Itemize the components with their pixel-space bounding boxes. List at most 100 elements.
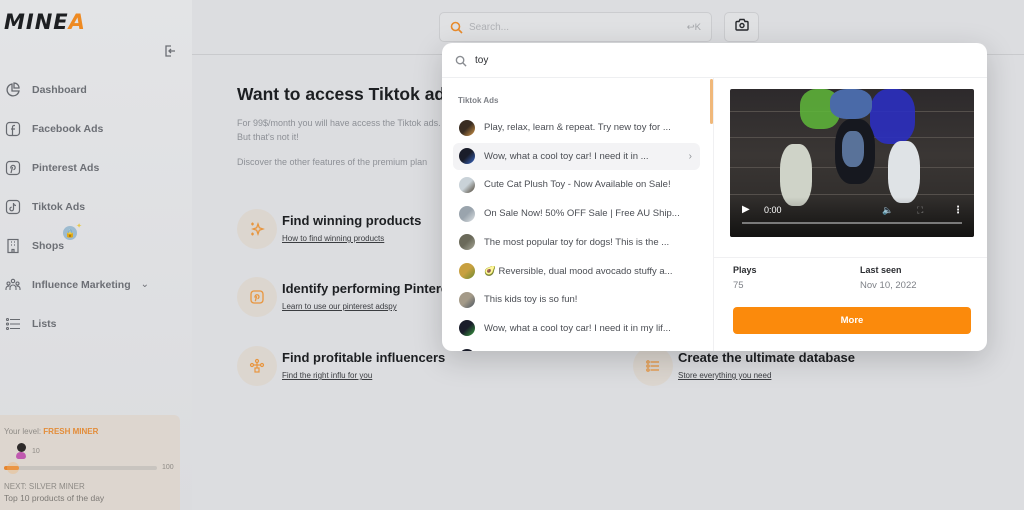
tiktok-icon (4, 198, 22, 216)
level-points: 10 (32, 448, 40, 455)
result-text: Play, relax, learn & repeat. Try new toy… (484, 122, 671, 133)
building-icon (4, 237, 22, 255)
logo-text: MINE (4, 10, 69, 34)
sidebar: MINEA Dashboard Facebook Ads Pinterest A… (0, 0, 192, 510)
search-result-item[interactable]: Play, relax, learn & repeat. Try new toy… (453, 114, 700, 141)
sidebar-nav: Dashboard Facebook Ads Pinterest Ads Tik… (0, 70, 190, 343)
list-icon (633, 346, 673, 386)
sidebar-item-label: Dashboard (32, 83, 87, 96)
video-time: 0:00 (764, 205, 782, 215)
video-controls (730, 197, 974, 237)
feature-title: Find winning products (282, 213, 422, 228)
result-text: This kids toy is so fun! (484, 294, 578, 306)
level-value: FRESH MINER (43, 427, 99, 436)
result-text: On Sale Now! 50% OFF Sale | Free AU Ship… (484, 208, 680, 220)
search-result-item[interactable]: This kids toy is so fun! (453, 286, 700, 313)
more-button[interactable]: More (733, 307, 971, 334)
network-icon (237, 346, 277, 386)
sidebar-item-label: Pinterest Ads (32, 161, 100, 174)
feature-title: Find profitable influencers (282, 350, 446, 365)
stats-divider (714, 257, 987, 258)
search-input[interactable] (475, 54, 875, 66)
description-line: But that's not it! (237, 132, 299, 142)
video-player[interactable]: ▶ 0:00 🔈 ⛶ ⋮ (730, 89, 974, 237)
search-icon (455, 54, 467, 67)
facebook-icon (4, 120, 22, 138)
result-thumbnail (459, 205, 475, 222)
feature-find-winning-products: Find winning products How to find winning… (237, 209, 421, 249)
pie-chart-icon (4, 81, 22, 99)
result-thumbnail (459, 119, 475, 136)
level-max: 100 (162, 464, 174, 471)
level-progress-knob (7, 462, 20, 474)
fullscreen-icon[interactable]: ⛶ (917, 205, 923, 216)
result-text: The most popular toy for dogs! This is t… (484, 236, 670, 248)
sidebar-item-lists[interactable]: Lists (0, 304, 190, 343)
volume-icon[interactable]: 🔈 (882, 205, 893, 216)
video-seek-bar[interactable] (742, 222, 962, 224)
keyboard-shortcut: ↩K (686, 21, 701, 33)
search-result-item[interactable]: 🥑 Reversible, dual mood avocado stuffy a… (453, 258, 700, 285)
feature-link[interactable]: Store everything you need (678, 371, 855, 380)
result-thumbnail (459, 320, 475, 337)
sidebar-item-label: Lists (32, 317, 57, 330)
plays-label: Plays (733, 265, 757, 275)
sidebar-item-shops[interactable]: Shops 🔒 ✦ (0, 223, 190, 265)
result-thumbnail (459, 349, 475, 351)
chevron-down-icon[interactable]: ⌄ (141, 279, 149, 290)
results-section-title: Tiktok Ads (458, 96, 499, 105)
search-result-item[interactable]: Cute Cat Plush Toy - Now Available on Sa… (453, 171, 700, 198)
result-preview: ▶ 0:00 🔈 ⛶ ⋮ Plays 75 Last seen Nov 10, … (713, 78, 987, 351)
feature-create-database: Create the ultimate database Store everyt… (633, 346, 855, 386)
logo[interactable]: MINEA (4, 10, 86, 34)
play-icon[interactable]: ▶ (742, 204, 750, 215)
sidebar-item-label: Tiktok Ads (32, 200, 86, 213)
description-line: Discover the other features of the premi… (237, 157, 428, 167)
description-line: For 99$/month you will have access the T… (237, 118, 441, 128)
sidebar-item-pinterest-ads[interactable]: Pinterest Ads (0, 148, 190, 187)
next-level: NEXT: SILVER MINER (4, 482, 85, 491)
result-thumbnail (459, 148, 475, 165)
next-level-description: Top 10 products of the day (4, 493, 105, 503)
sidebar-item-tiktok-ads[interactable]: Tiktok Ads (0, 187, 190, 226)
sidebar-item-label: Shops (32, 239, 65, 252)
level-title: Your level: FRESH MINER (4, 427, 98, 436)
search-result-item[interactable]: Wow, what a cool toy car! I need it in m… (453, 315, 700, 342)
page-description: For 99$/month you will have access the T… (237, 116, 441, 144)
users-icon (4, 276, 22, 294)
feature-find-influencers: Find profitable influencers Find the righ… (237, 346, 445, 386)
search-result-item[interactable]: Wow, what a cool toy car! I need it in .… (453, 142, 700, 170)
result-text: 🥑 Reversible, dual mood avocado stuffy a… (484, 265, 673, 277)
results-list: Tiktok Ads Play, relax, learn & repeat. … (442, 78, 713, 351)
image-search-button[interactable] (724, 12, 759, 42)
sidebar-item-facebook-ads[interactable]: Facebook Ads (0, 109, 190, 148)
page-title: Want to access Tiktok ads? (237, 84, 466, 104)
last-seen-label: Last seen (860, 265, 902, 275)
collapse-left-icon[interactable] (163, 44, 177, 58)
more-options-icon[interactable]: ⋮ (953, 205, 963, 216)
sidebar-item-dashboard[interactable]: Dashboard (0, 70, 190, 109)
search-result-item[interactable]: The most popular toy for dogs! This is t… (453, 229, 700, 256)
feature-link[interactable]: Find the right influ for you (282, 371, 445, 380)
level-card: Your level: FRESH MINER 10 100 NEXT: SIL… (0, 415, 180, 510)
feature-link[interactable]: How to find winning products (282, 234, 421, 243)
result-text: Wow, what a cool toy car! I need it in m… (484, 322, 671, 334)
search-result-item[interactable]: Wow, what a cool toy car! I need it in m… (453, 344, 700, 351)
pinterest-icon (237, 277, 277, 317)
result-text: Wow, what a cool toy car! I need it in .… (484, 150, 649, 162)
sidebar-item-label: Facebook Ads (32, 122, 104, 135)
sparkle-icon (237, 209, 277, 249)
search-icon (450, 21, 463, 34)
camera-icon (734, 18, 749, 36)
level-label: Your level: (4, 427, 42, 436)
logo-accent: A (68, 10, 86, 34)
search-result-item[interactable]: On Sale Now! 50% OFF Sale | Free AU Ship… (453, 200, 700, 227)
search-placeholder: Search... (469, 21, 510, 33)
result-thumbnail (459, 263, 475, 279)
list-icon (4, 315, 22, 333)
search-results-dropdown: Tiktok Ads Play, relax, learn & repeat. … (442, 43, 987, 351)
sidebar-item-influence-marketing[interactable]: Influence Marketing ⌄ (0, 265, 190, 304)
global-search[interactable]: Search... ↩K (439, 12, 712, 42)
result-thumbnail (459, 176, 475, 193)
sparkle-icon: ✦ (76, 223, 82, 230)
